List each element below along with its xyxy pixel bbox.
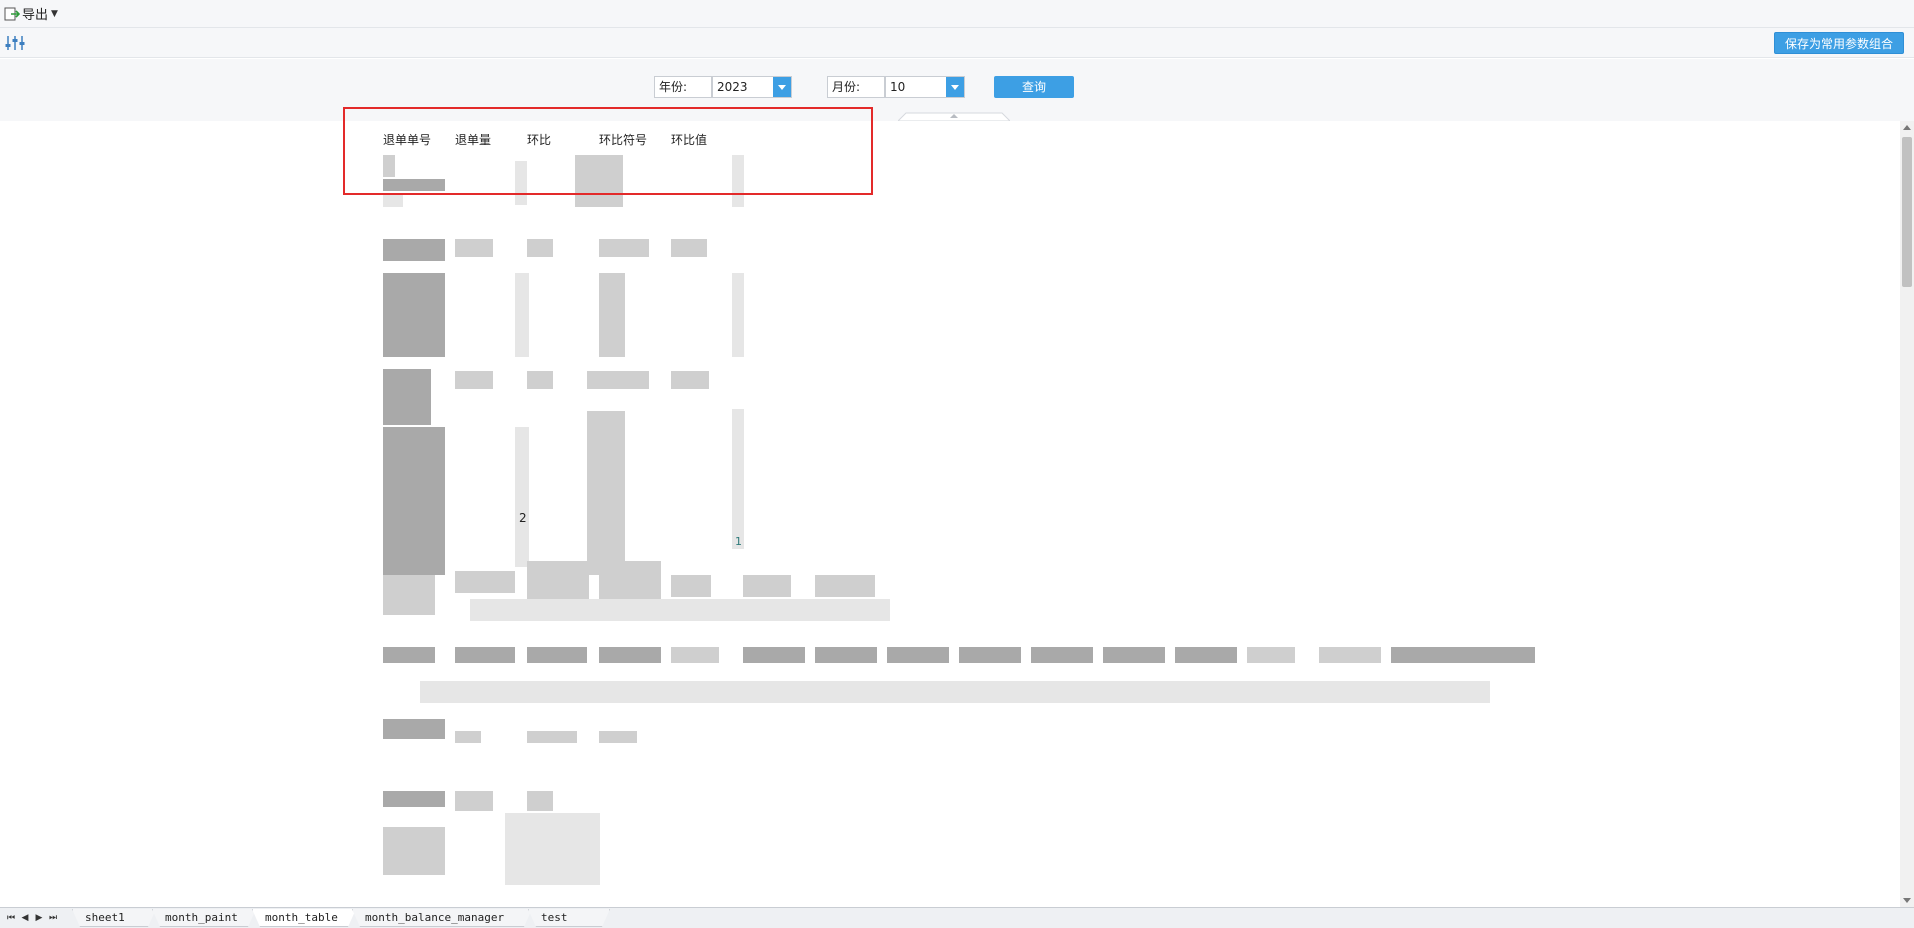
chevron-down-icon[interactable] — [773, 77, 791, 97]
vertical-scrollbar[interactable] — [1900, 121, 1914, 907]
year-value: 2023 — [717, 80, 748, 94]
sheet-tab-active[interactable]: month_table — [252, 909, 356, 927]
chevron-down-icon: ▼ — [51, 8, 58, 19]
parameter-toolbar: 保存为常用参数组合 — [0, 28, 1914, 58]
sheet-tab[interactable]: sheet1 — [72, 909, 156, 927]
report-canvas: 退单单号 退单量 环比 环比符号 环比值 2 1 — [0, 121, 1900, 907]
next-sheet-icon[interactable]: ▶ — [34, 912, 44, 924]
sheet-tab-bar: ⏮ ◀ ▶ ⏭ sheet1 month_paint month_table m… — [0, 907, 1914, 928]
month-label: 月份: — [827, 76, 885, 98]
filter-settings-icon[interactable] — [4, 33, 26, 53]
first-sheet-icon[interactable]: ⏮ — [6, 912, 16, 924]
cell-value: 1 — [735, 535, 742, 548]
month-select[interactable]: 10 — [885, 76, 965, 98]
query-button[interactable]: 查询 — [994, 76, 1074, 98]
export-label: 导出 — [22, 8, 49, 23]
sheet-tab[interactable]: test — [528, 909, 610, 927]
sheet-tab[interactable]: month_balance_manager — [352, 909, 532, 927]
column-header: 环比值 — [671, 133, 708, 147]
export-icon — [4, 7, 20, 20]
scroll-down-icon[interactable] — [1903, 898, 1911, 903]
column-header: 退单量 — [455, 133, 492, 147]
month-value: 10 — [890, 80, 906, 94]
column-header: 环比 — [527, 133, 552, 147]
prev-sheet-icon[interactable]: ◀ — [20, 912, 30, 924]
top-toolbar: 导出 ▼ — [0, 0, 1914, 28]
year-label: 年份: — [654, 76, 712, 98]
parameter-panel: 年份: 2023 月份: 10 查询 — [0, 59, 1914, 121]
cell-value: 2 — [519, 511, 527, 525]
chevron-down-icon[interactable] — [946, 77, 964, 97]
column-header: 退单单号 — [383, 133, 432, 147]
sheet-tab[interactable]: month_paint — [152, 909, 256, 927]
column-header: 环比符号 — [599, 133, 648, 147]
save-param-combo-button[interactable]: 保存为常用参数组合 — [1773, 32, 1904, 54]
last-sheet-icon[interactable]: ⏭ — [48, 912, 58, 924]
collapse-panel-handle[interactable] — [898, 111, 1010, 121]
export-button[interactable]: 导出 ▼ — [0, 3, 62, 25]
year-select[interactable]: 2023 — [712, 76, 792, 98]
scrollbar-thumb[interactable] — [1902, 137, 1912, 287]
scroll-up-icon[interactable] — [1903, 125, 1911, 130]
